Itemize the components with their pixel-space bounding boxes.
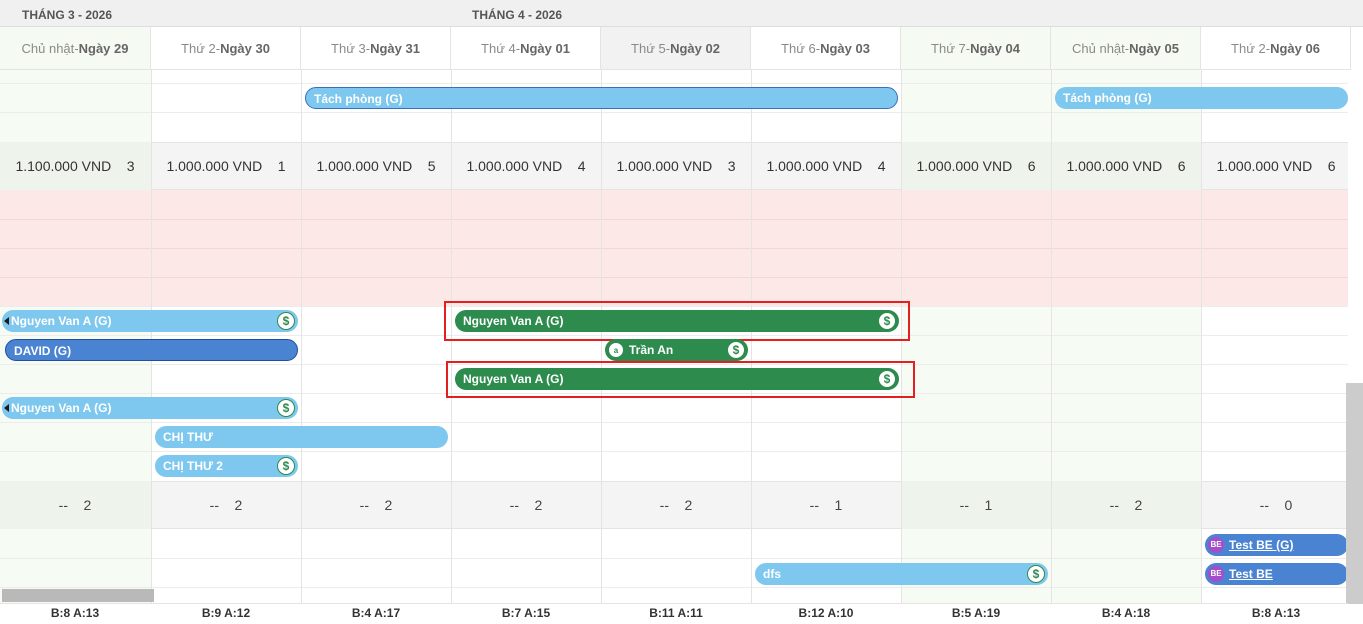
availability-cell: B:12 A:10 xyxy=(798,606,854,620)
row-divider xyxy=(0,112,1348,113)
availability-cell: B:5 A:19 xyxy=(951,606,1001,620)
count-cell: -- 2 xyxy=(659,497,693,513)
availability-cell: B:9 A:12 xyxy=(201,606,251,620)
column-divider xyxy=(751,70,752,624)
price-cell[interactable]: 1.000.000 VND 4 xyxy=(751,142,901,190)
refund-dollar-icon: $ xyxy=(277,457,295,475)
price-cell[interactable]: 1.000.000 VND 6 xyxy=(1051,142,1201,190)
booking-bar-test-be[interactable]: BE Test BE xyxy=(1205,563,1348,585)
count-cell: -- 2 xyxy=(1109,497,1143,513)
day-header[interactable]: Thứ 7-Ngày 04 xyxy=(901,27,1051,70)
horizontal-scrollbar[interactable] xyxy=(2,589,154,602)
row-divider xyxy=(0,83,1348,84)
booking-bar-tach-phong[interactable]: Tách phòng (G) xyxy=(1055,87,1348,109)
month-label-march: THÁNG 3 - 2026 xyxy=(22,8,113,22)
dollar-icon: $ xyxy=(727,341,745,359)
booking-bar-nguyen-van-a[interactable]: Nguyen Van A (G) $ xyxy=(2,310,298,332)
booking-bar-nguyen-van-a[interactable]: Nguyen Van A (G) $ xyxy=(2,397,298,419)
day-header[interactable]: Thứ 2-Ngày 06 xyxy=(1201,27,1351,70)
day-header[interactable]: Thứ 3-Ngày 31 xyxy=(301,27,451,70)
count-cell: -- 2 xyxy=(58,497,92,513)
column-divider xyxy=(301,70,302,624)
row-divider xyxy=(0,277,1348,278)
column-divider xyxy=(451,70,452,624)
availability-cell: B:8 A:13 xyxy=(1251,606,1301,620)
availability-cell: B:4 A:18 xyxy=(1101,606,1151,620)
booking-bar-tran-an[interactable]: a Trần An $ xyxy=(605,339,748,361)
day-header[interactable]: Thứ 6-Ngày 03 xyxy=(751,27,901,70)
availability-cell: B:7 A:15 xyxy=(501,606,551,620)
availability-cell: B:8 A:13 xyxy=(50,606,100,620)
count-cell: -- 1 xyxy=(809,497,843,513)
count-cell: -- 0 xyxy=(1259,497,1293,513)
month-header-bar xyxy=(0,0,1363,27)
row-divider xyxy=(0,422,1348,423)
count-cell: -- 2 xyxy=(359,497,393,513)
column-divider xyxy=(601,70,602,624)
dollar-icon: $ xyxy=(878,370,896,388)
booking-bar-dfs[interactable]: dfs $ xyxy=(755,563,1048,585)
row-divider xyxy=(0,219,1348,220)
day-header[interactable]: Thứ 4-Ngày 01 xyxy=(451,27,601,70)
continues-left-icon xyxy=(4,404,9,412)
price-cell[interactable]: 1.000.000 VND 4 xyxy=(451,142,601,190)
count-cell: -- 1 xyxy=(959,497,993,513)
count-cell: -- 2 xyxy=(209,497,243,513)
dollar-icon: $ xyxy=(277,399,295,417)
price-cell[interactable]: 1.000.000 VND 3 xyxy=(601,142,751,190)
price-cell[interactable]: 1.000.000 VND 1 xyxy=(151,142,301,190)
day-header[interactable]: Chủ nhật-Ngày 05 xyxy=(1051,27,1201,70)
booking-bar-tach-phong[interactable]: Tách phòng (G) xyxy=(305,87,898,109)
price-cell[interactable]: 1.000.000 VND 5 xyxy=(301,142,451,190)
availability-cell: B:11 A:11 xyxy=(649,606,703,620)
column-divider xyxy=(1051,70,1052,624)
availability-cell: B:4 A:17 xyxy=(351,606,401,620)
row-divider xyxy=(0,587,1348,588)
count-cell: -- 2 xyxy=(509,497,543,513)
day-header[interactable]: Thứ 5-Ngày 02 xyxy=(601,27,751,70)
booking-bar-chi-thu[interactable]: CHỊ THƯ xyxy=(155,426,448,448)
refund-dollar-icon: $ xyxy=(1027,565,1045,583)
dollar-icon: $ xyxy=(878,312,896,330)
avatar: BE xyxy=(1208,537,1224,553)
price-cell[interactable]: 1.100.000 VND 3 xyxy=(0,142,150,190)
month-label-april: THÁNG 4 - 2026 xyxy=(472,8,563,22)
booking-bar-nguyen-van-a-green[interactable]: Nguyen Van A (G) $ xyxy=(455,310,899,332)
booking-bar-test-be-g[interactable]: BE Test BE (G) xyxy=(1205,534,1348,556)
column-divider xyxy=(901,70,902,624)
day-header[interactable]: Chủ nhật-Ngày 29 xyxy=(0,27,151,70)
booking-bar-chi-thu-2[interactable]: CHỊ THƯ 2 $ xyxy=(155,455,298,477)
avatar: a xyxy=(608,342,624,358)
price-cell[interactable]: 1.000.000 VND 6 xyxy=(901,142,1051,190)
day-header[interactable]: Thứ 2-Ngày 30 xyxy=(151,27,301,70)
column-divider xyxy=(1201,70,1202,624)
row-divider xyxy=(0,451,1348,452)
price-cell[interactable]: 1.000.000 VND 6 xyxy=(1201,142,1351,190)
dollar-icon: $ xyxy=(277,312,295,330)
avatar: BE xyxy=(1208,566,1224,582)
continues-left-icon xyxy=(4,317,9,325)
vertical-scrollbar[interactable] xyxy=(1346,383,1363,604)
row-divider xyxy=(0,558,1348,559)
row-divider xyxy=(0,248,1348,249)
booking-bar-nguyen-van-a-green[interactable]: Nguyen Van A (G) $ xyxy=(455,368,899,390)
booking-bar-david[interactable]: DAVID (G) xyxy=(5,339,298,361)
